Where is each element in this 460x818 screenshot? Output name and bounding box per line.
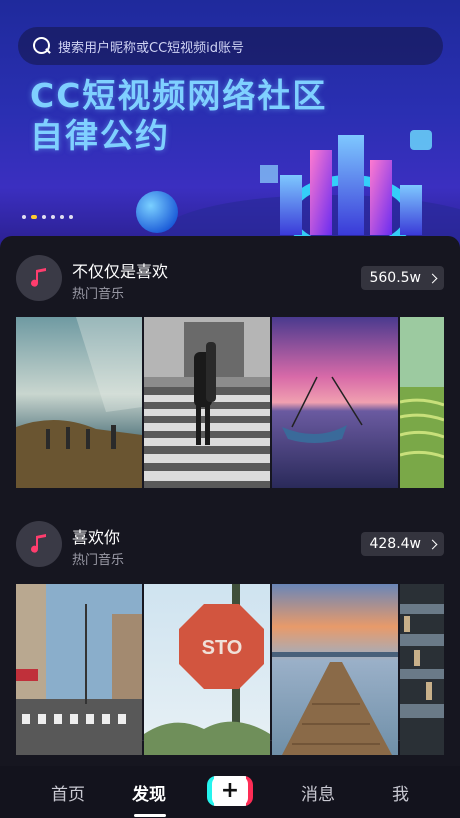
carousel-dot <box>51 215 55 219</box>
video-thumbnail[interactable] <box>272 584 398 755</box>
nav-me[interactable]: 我 <box>392 780 409 805</box>
nav-messages[interactable]: 消息 <box>301 780 335 805</box>
search-placeholder: 搜索用户昵称或CC短视频id账号 <box>58 40 245 56</box>
pier-sunset-image <box>272 584 398 755</box>
banner-carousel[interactable]: 搜索用户昵称或CC短视频id账号 CC短视频网络社区 自律公约 <box>0 0 460 250</box>
nav-discover[interactable]: 发现 <box>132 780 166 805</box>
chevron-right-icon <box>427 539 438 549</box>
carousel-dot <box>60 215 64 219</box>
use-count: 428.4w <box>369 536 421 552</box>
svg-text:STO: STO <box>202 637 243 659</box>
create-video-button[interactable]: + <box>207 776 253 806</box>
section-subtitle: 热门音乐 <box>72 287 125 302</box>
use-count-button[interactable]: 560.5w <box>361 266 444 290</box>
stop-sign-image: STO <box>144 584 270 755</box>
section-title: 喜欢你 <box>72 528 121 547</box>
music-avatar <box>16 255 62 301</box>
video-thumbnail[interactable] <box>400 317 444 488</box>
bookshelf-image <box>400 584 444 755</box>
crosswalk-guitarist-image <box>144 317 270 488</box>
carousel-dot <box>22 215 26 219</box>
carousel-dot-active <box>31 215 37 219</box>
carousel-dot <box>42 215 46 219</box>
blue-sphere-icon <box>136 191 178 233</box>
coast-sunbeam-image <box>16 317 142 488</box>
carousel-indicator <box>22 215 73 219</box>
music-avatar <box>16 521 62 567</box>
music-list-panel: 不仅仅是喜欢 热门音乐 560.5w 喜欢你 热门音乐 428.4w STO <box>0 236 460 766</box>
search-bar[interactable]: 搜索用户昵称或CC短视频id账号 <box>18 27 443 65</box>
banner-title: CC短视频网络社区 自律公约 <box>30 76 327 156</box>
video-thumbnail[interactable] <box>272 317 398 488</box>
banner-title-line1: CC短视频网络社区 <box>30 76 328 115</box>
plus-icon: + <box>212 776 248 806</box>
section-title: 不仅仅是喜欢 <box>72 262 169 281</box>
nav-home[interactable]: 首页 <box>51 780 85 805</box>
use-count-button[interactable]: 428.4w <box>361 532 444 556</box>
chevron-right-icon <box>427 273 438 283</box>
video-thumbnail[interactable] <box>144 317 270 488</box>
japanese-street-image <box>16 584 142 755</box>
banner-title-line2: 自律公约 <box>30 116 170 155</box>
music-note-icon <box>31 268 46 287</box>
video-thumbnail-row: STO <box>16 584 460 755</box>
carousel-dot <box>69 215 73 219</box>
video-thumbnail[interactable] <box>400 584 444 755</box>
section-subtitle: 热门音乐 <box>72 553 125 568</box>
use-count: 560.5w <box>369 270 421 286</box>
music-note-icon <box>31 534 46 553</box>
video-thumbnail[interactable] <box>16 317 142 488</box>
video-thumbnail-row <box>16 317 460 488</box>
search-icon <box>32 36 52 56</box>
sunset-boat-image <box>272 317 398 488</box>
video-thumbnail[interactable]: STO <box>144 584 270 755</box>
video-thumbnail[interactable] <box>16 584 142 755</box>
rice-terraces-image <box>400 317 444 488</box>
nav-active-indicator <box>134 814 166 817</box>
